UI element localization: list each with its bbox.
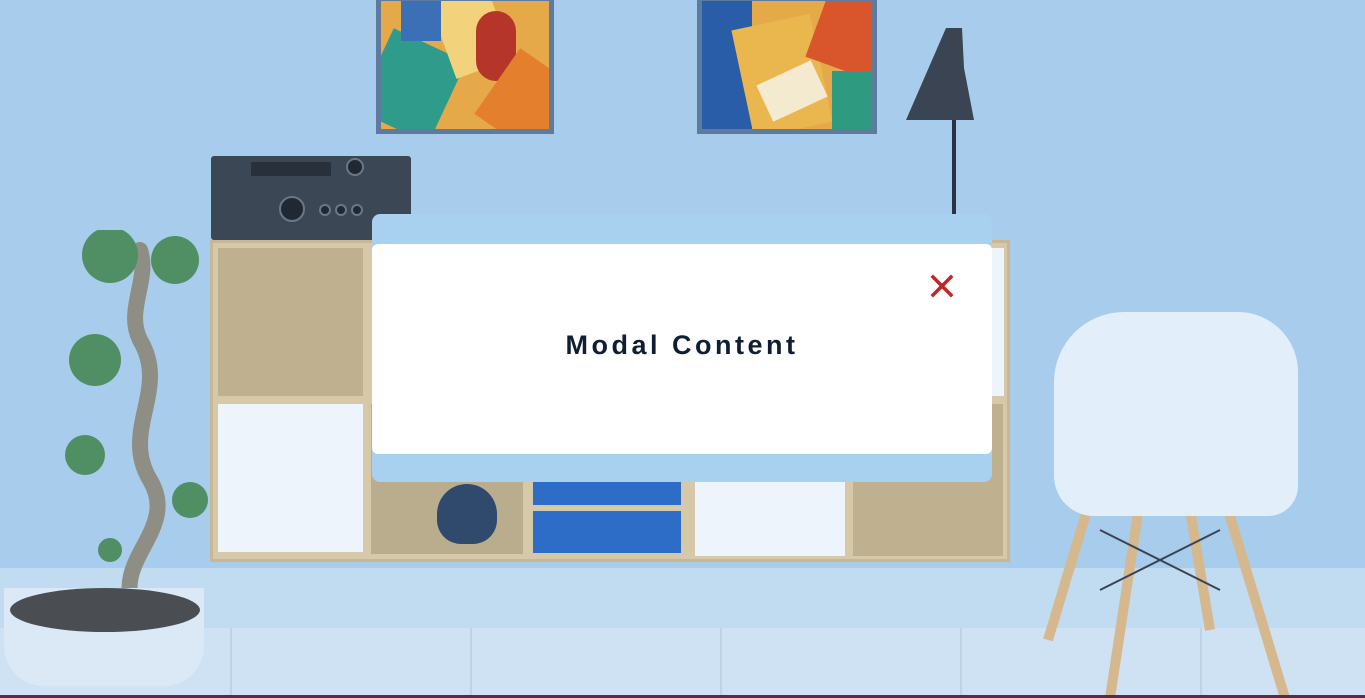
stereo-knob [279, 196, 305, 222]
chair-legs [1043, 500, 1290, 698]
stereo-knob [319, 204, 331, 216]
vase [437, 484, 497, 544]
stereo-knob [351, 204, 363, 216]
lamp-shade [906, 28, 974, 120]
painting-left [376, 0, 554, 134]
floor-plank-line [720, 628, 722, 698]
stereo-display [251, 162, 331, 176]
modal-title: Modal Content [565, 330, 799, 360]
stereo-knob [346, 158, 364, 176]
floor-plank-line [470, 628, 472, 698]
cabinet-drawer [530, 508, 684, 556]
bonsai-plant [65, 230, 208, 618]
close-button[interactable] [926, 270, 958, 302]
floor-plank-line [960, 628, 962, 698]
chair-seat [1054, 312, 1298, 516]
cabinet-door [218, 248, 363, 396]
plant-soil [10, 588, 200, 632]
cabinet-door [992, 248, 1004, 396]
cabinet-door [218, 404, 363, 552]
painting-right [697, 0, 877, 134]
floor-plank-line [230, 628, 232, 698]
close-icon [930, 274, 954, 298]
stereo-knob [335, 204, 347, 216]
